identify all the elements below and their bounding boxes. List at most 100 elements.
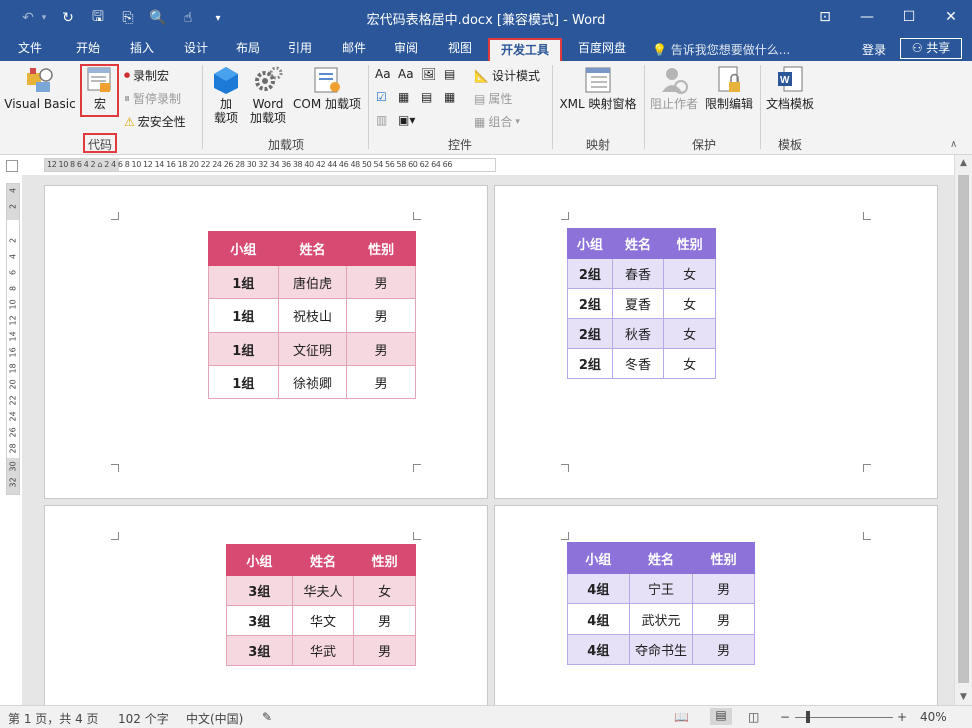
properties-button[interactable]: ▤ 属性 xyxy=(474,90,512,107)
group-1-table[interactable]: 小组 姓名 性别 1组 唐伯虎 男 1组 祝枝山 男 1组 文征明 男 1组 徐 xyxy=(208,231,416,399)
cell-group[interactable]: 4组 xyxy=(567,634,630,665)
tab-layout[interactable]: 布局 xyxy=(226,38,270,61)
legacy-tools-icon[interactable]: ▣▾ xyxy=(398,113,415,127)
cell-name[interactable]: 祝枝山 xyxy=(277,298,348,333)
cell-gender[interactable]: 女 xyxy=(663,258,716,289)
collapse-ribbon-icon[interactable]: ∧ xyxy=(950,139,957,150)
cell-gender[interactable]: 男 xyxy=(346,365,416,399)
pause-recording-button[interactable]: ⏸ 暂停录制 xyxy=(124,90,181,107)
cell-name[interactable]: 华夫人 xyxy=(291,575,355,606)
ribbon-display-options-icon[interactable]: ⊡ xyxy=(804,0,846,34)
zoom-out-icon[interactable]: − xyxy=(780,710,790,724)
page-2[interactable]: 小组 姓名 性别 2组 春香 女 2组 夏香 女 2组 秋香 女 2组 冬香 女 xyxy=(494,185,938,499)
visual-basic-button[interactable]: Visual Basic xyxy=(4,65,76,111)
cell-name[interactable]: 武状元 xyxy=(628,603,694,635)
checkbox-control-icon[interactable]: ☑ xyxy=(376,90,387,104)
tab-mailings[interactable]: 邮件 xyxy=(332,38,376,61)
tab-baidu-netdisk[interactable]: 百度网盘 xyxy=(570,38,634,61)
plain-text-control-icon[interactable]: Aa xyxy=(398,67,414,81)
vertical-ruler[interactable]: 4 2 2 4 6 8 10 12 14 16 18 20 22 24 26 2… xyxy=(6,183,20,495)
tell-me-search[interactable]: 💡 告诉我您想要做什么... xyxy=(652,41,790,58)
document-template-button[interactable]: W 文档模板 xyxy=(762,65,818,111)
cell-name[interactable]: 夺命书生 xyxy=(628,634,694,665)
cell-gender[interactable]: 女 xyxy=(663,288,716,319)
page-1[interactable]: 小组 姓名 性别 1组 唐伯虎 男 1组 祝枝山 男 1组 文征明 男 1组 徐 xyxy=(44,185,488,499)
cell-group[interactable]: 3组 xyxy=(226,575,293,606)
cell-name[interactable]: 华文 xyxy=(291,605,355,636)
group-4-table[interactable]: 小组 姓名 性别 4组 宁王 男 4组 武状元 男 4组 夺命书生 男 xyxy=(567,542,755,665)
cell-gender[interactable]: 男 xyxy=(692,573,755,604)
vertical-scrollbar[interactable]: ▲ ▼ xyxy=(954,155,972,705)
tab-insert[interactable]: 插入 xyxy=(120,38,164,61)
xml-mapping-pane-button[interactable]: XML 映射窗格 xyxy=(556,65,640,111)
cell-name[interactable]: 文征明 xyxy=(277,332,348,366)
cell-gender[interactable]: 男 xyxy=(353,635,416,666)
cell-name[interactable]: 唐伯虎 xyxy=(277,265,348,299)
tab-design[interactable]: 设计 xyxy=(174,38,218,61)
repeating-section-control-icon[interactable]: ▥ xyxy=(376,113,387,127)
zoom-in-icon[interactable]: + xyxy=(897,710,907,724)
combo-box-control-icon[interactable]: ▦ xyxy=(398,90,409,104)
record-macro-button[interactable]: ⏺ 录制宏 xyxy=(124,67,169,84)
cell-group[interactable]: 3组 xyxy=(226,635,293,666)
date-picker-control-icon[interactable]: ▦ xyxy=(444,90,455,104)
cell-name[interactable]: 冬香 xyxy=(611,348,665,379)
cell-group[interactable]: 1组 xyxy=(208,298,279,333)
group-2-table[interactable]: 小组 姓名 性别 2组 春香 女 2组 夏香 女 2组 秋香 女 2组 冬香 女 xyxy=(567,228,716,379)
group-button[interactable]: ▦ 组合 ▾ xyxy=(474,113,520,130)
tab-home[interactable]: 开始 xyxy=(66,38,110,61)
minimize-icon[interactable]: — xyxy=(846,0,888,34)
cell-group[interactable]: 4组 xyxy=(567,603,630,635)
cell-group[interactable]: 2组 xyxy=(567,318,613,349)
building-block-control-icon[interactable]: ▤ xyxy=(444,67,455,81)
cell-group[interactable]: 1组 xyxy=(208,365,279,399)
close-icon[interactable]: ✕ xyxy=(930,0,972,34)
rich-text-control-icon[interactable]: Aa xyxy=(375,67,391,81)
tab-selector[interactable] xyxy=(6,160,18,172)
group-3-table[interactable]: 小组 姓名 性别 3组 华夫人 女 3组 华文 男 3组 华武 男 xyxy=(226,544,416,666)
cell-group[interactable]: 2组 xyxy=(567,348,613,379)
cell-group[interactable]: 4组 xyxy=(567,573,630,604)
cell-group[interactable]: 1组 xyxy=(208,265,279,299)
cell-gender[interactable]: 男 xyxy=(346,298,416,333)
cell-name[interactable]: 华武 xyxy=(291,635,355,666)
cell-group[interactable]: 2组 xyxy=(567,258,613,289)
scroll-down-icon[interactable]: ▼ xyxy=(955,689,972,705)
scroll-up-icon[interactable]: ▲ xyxy=(955,155,972,171)
cell-group[interactable]: 2组 xyxy=(567,288,613,319)
tab-references[interactable]: 引用 xyxy=(278,38,322,61)
web-layout-icon[interactable]: ◫ xyxy=(748,710,759,724)
cell-name[interactable]: 宁王 xyxy=(628,573,694,604)
cell-gender[interactable]: 女 xyxy=(353,575,416,606)
word-addins-button[interactable]: Word 加载项 xyxy=(248,65,288,125)
tab-review[interactable]: 审阅 xyxy=(384,38,428,61)
cell-gender[interactable]: 男 xyxy=(692,634,755,665)
tab-view[interactable]: 视图 xyxy=(438,38,482,61)
picture-control-icon[interactable]: 🖼 xyxy=(421,67,436,81)
word-count[interactable]: 102 个字 xyxy=(118,710,169,727)
cell-name[interactable]: 夏香 xyxy=(611,288,665,319)
cell-gender[interactable]: 男 xyxy=(353,605,416,636)
block-authors-button[interactable]: 阻止作者 xyxy=(648,65,700,111)
horizontal-ruler[interactable]: 12 10 8 6 4 2 ⌂ 2 4 6 8 10 12 14 16 18 2… xyxy=(44,158,496,172)
language-indicator[interactable]: 中文(中国) xyxy=(186,710,243,727)
design-mode-button[interactable]: 📐 设计模式 xyxy=(474,67,540,84)
cell-name[interactable]: 秋香 xyxy=(611,318,665,349)
login-link[interactable]: 登录 xyxy=(862,41,886,58)
cell-gender[interactable]: 男 xyxy=(346,265,416,299)
macro-security-button[interactable]: ⚠ 宏安全性 xyxy=(124,113,186,130)
print-layout-icon[interactable]: ▤ xyxy=(710,708,732,725)
share-button[interactable]: ⚇ 共享 xyxy=(900,38,962,59)
proofing-icon[interactable]: ✎ xyxy=(262,710,272,724)
cell-gender[interactable]: 女 xyxy=(663,318,716,349)
cell-name[interactable]: 春香 xyxy=(611,258,665,289)
tab-developer[interactable]: 开发工具 xyxy=(488,38,562,61)
com-addins-button[interactable]: COM 加载项 xyxy=(290,65,364,111)
cell-name[interactable]: 徐祯卿 xyxy=(277,365,348,399)
read-mode-icon[interactable]: 📖 xyxy=(674,710,689,724)
cell-group[interactable]: 1组 xyxy=(208,332,279,366)
zoom-level[interactable]: 40% xyxy=(920,710,947,724)
page-count[interactable]: 第 1 页，共 4 页 xyxy=(8,710,99,727)
cell-gender[interactable]: 女 xyxy=(663,348,716,379)
maximize-icon[interactable]: ☐ xyxy=(888,0,930,34)
